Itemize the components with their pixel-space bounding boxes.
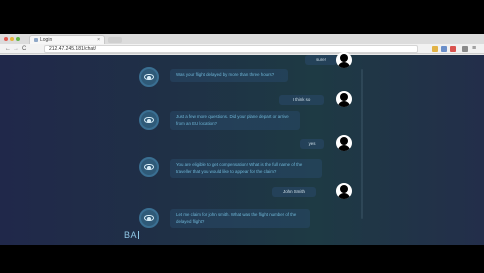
extension-icon-1[interactable] [432, 46, 438, 52]
extension-icon-4[interactable] [462, 46, 468, 52]
user-message: I think so [279, 95, 324, 105]
user-message: yes [300, 139, 324, 149]
bot-avatar [139, 110, 159, 130]
extension-icon-2[interactable] [441, 46, 447, 52]
bot-avatar [139, 67, 159, 87]
brand-text: BA [124, 230, 138, 240]
address-bar[interactable]: 212.47.245.181/chat/ [44, 45, 418, 53]
user-avatar [336, 183, 352, 199]
chat-scrollbar[interactable] [361, 69, 363, 219]
browser-menu-icon[interactable]: ≡ [472, 44, 476, 54]
bot-avatar [139, 157, 159, 177]
tab-login[interactable]: Login × [29, 35, 105, 44]
window-controls [4, 37, 20, 41]
user-icon [340, 54, 348, 62]
letterbox-top [0, 0, 484, 34]
new-tab-button[interactable] [108, 37, 122, 43]
tab-bar: Login × [0, 34, 484, 44]
url-text: 212.47.245.181/chat/ [49, 46, 96, 52]
text-cursor [138, 231, 140, 239]
browser-window: Login × ← → C 212.47.245.181/chat/ ≡ sur… [0, 34, 484, 245]
brand-logo: BA [124, 230, 140, 240]
close-window-button[interactable] [4, 37, 8, 41]
bot-message: Just a few more questions. Did your plan… [170, 111, 300, 130]
tab-close-icon[interactable]: × [97, 36, 100, 44]
maximize-window-button[interactable] [16, 37, 20, 41]
bot-message: Was your flight delayed by more than thr… [170, 69, 288, 82]
user-icon [340, 137, 348, 145]
bot-message: Let me claim for john smith. What was th… [170, 209, 310, 228]
user-icon [340, 185, 348, 193]
tab-title: Login [40, 37, 53, 43]
minimize-window-button[interactable] [10, 37, 14, 41]
extension-icon-3[interactable] [450, 46, 456, 52]
chat-page: sure! Was your flight delayed by more th… [0, 52, 484, 245]
reload-icon[interactable]: C [22, 44, 26, 54]
user-message: John Smith [272, 187, 316, 197]
bot-message: You are eligible to get compensation! Wh… [170, 159, 322, 178]
bot-avatar [139, 208, 159, 228]
user-icon [340, 93, 348, 101]
forward-icon[interactable]: → [13, 44, 19, 54]
browser-toolbar: ← → C 212.47.245.181/chat/ ≡ [0, 44, 484, 54]
user-avatar [336, 52, 352, 68]
letterbox-bottom [0, 245, 484, 273]
user-message: sure! [305, 55, 337, 65]
user-avatar [336, 91, 352, 107]
page-icon [34, 38, 38, 42]
user-avatar [336, 135, 352, 151]
back-icon[interactable]: ← [5, 44, 11, 54]
